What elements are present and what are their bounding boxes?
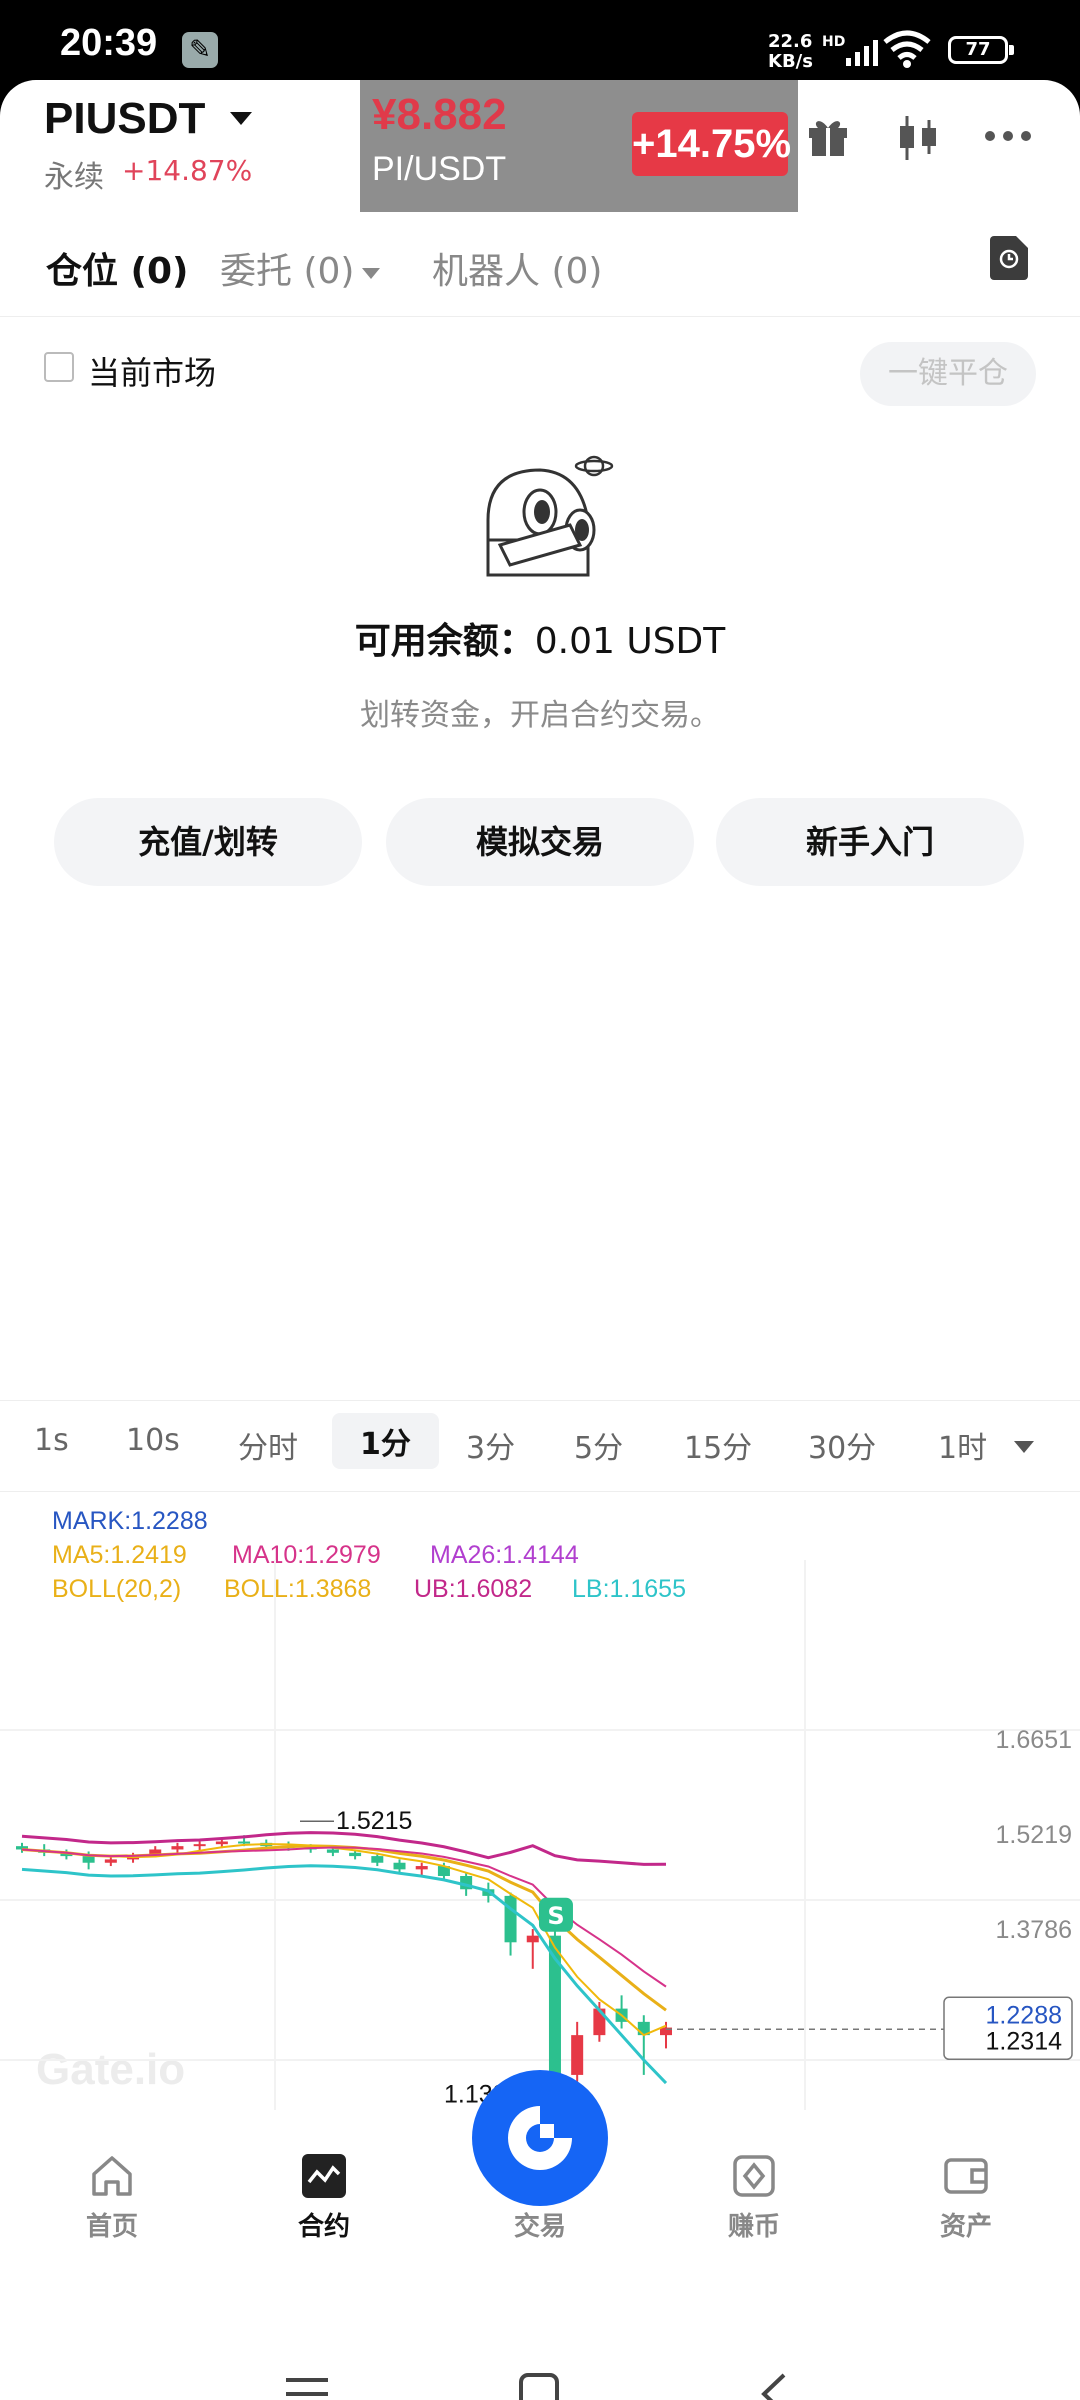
hd-badge: HD	[822, 34, 846, 50]
timeframe-line[interactable]: 分时	[238, 1423, 298, 1467]
transfer-hint: 划转资金，开启合约交易。	[360, 698, 720, 733]
candle-body	[526, 1935, 539, 1943]
candle-body	[215, 1841, 228, 1845]
candle-body	[571, 2035, 584, 2075]
tab-bots[interactable]: 机器人 (0)	[432, 242, 602, 294]
watermark: Gate.io	[36, 2045, 185, 2094]
y-tick-label: 1.3786	[996, 1916, 1072, 1944]
status-bar: 20:39 ✎ 22.6 KB/s HD 77	[0, 0, 1080, 80]
candlestick-icon[interactable]	[896, 114, 940, 162]
timeframe-10s[interactable]: 10s	[126, 1423, 180, 1458]
last-price-label: 1.2314	[986, 2027, 1063, 2055]
system-nav-bar	[0, 2320, 1080, 2400]
candle-body	[349, 1852, 362, 1857]
contract-type: 永续	[44, 160, 104, 195]
candle-body	[326, 1849, 339, 1853]
beginner-guide-button[interactable]: 新手入门	[716, 798, 1024, 886]
mark-price-label: 1.2288	[986, 2001, 1062, 2029]
tab-positions[interactable]: 仓位 (0)	[46, 242, 189, 294]
wallet-icon	[944, 2158, 988, 2194]
chevron-down-icon[interactable]	[230, 112, 252, 125]
high-label: 1.5215	[336, 1807, 412, 1835]
demo-trading-button[interactable]: 模拟交易	[386, 798, 694, 886]
timeframe-3m[interactable]: 3分	[466, 1423, 515, 1467]
sell-signal-label: S	[547, 1902, 564, 1930]
more-icon[interactable]	[984, 130, 1032, 142]
battery-icon: 77	[948, 36, 1014, 64]
current-market-label: 当前市场	[88, 354, 217, 392]
overlay-pair: PI/USDT	[372, 150, 507, 188]
back-icon[interactable]	[758, 2372, 788, 2400]
candle-body	[171, 1846, 184, 1850]
timeframe-15m[interactable]: 15分	[684, 1423, 752, 1467]
mark-value: MARK:1.2288	[52, 1507, 208, 1535]
deposit-transfer-button[interactable]: 充值/划转	[54, 798, 362, 886]
current-market-checkbox[interactable]	[44, 352, 74, 382]
position-tabs: 仓位 (0) 委托 (0) 机器人 (0)	[0, 220, 1080, 317]
earn-icon	[733, 2155, 775, 2197]
status-time: 20:39	[60, 22, 158, 64]
chevron-down-icon	[362, 267, 381, 279]
candle-body	[193, 1844, 206, 1847]
network-speed: 22.6 KB/s	[768, 31, 813, 72]
menu-icon[interactable]	[286, 2376, 328, 2400]
home-icon	[92, 2156, 132, 2196]
chevron-down-icon[interactable]	[1014, 1441, 1034, 1453]
app-screen: PIUSDT 永续 +14.87% ¥8.882 PI/USDT +14.75%…	[0, 80, 1080, 2400]
overlay-change-badge: +14.75%	[632, 112, 791, 176]
history-doc-icon[interactable]	[990, 236, 1028, 280]
overlay-price: ¥8.882	[372, 90, 507, 139]
candle-body	[82, 1856, 95, 1863]
price-change: +14.87%	[122, 154, 253, 187]
timeframe-1h[interactable]: 1时	[938, 1423, 987, 1467]
y-tick-label: 1.5219	[996, 1821, 1072, 1849]
one-click-close-button[interactable]: 一键平仓	[860, 342, 1036, 406]
gift-icon[interactable]	[806, 114, 850, 158]
tab-orders[interactable]: 委托 (0)	[220, 242, 381, 294]
floating-price-overlay[interactable]: ¥8.882 PI/USDT +14.75%	[360, 80, 798, 212]
candle-body	[104, 1859, 117, 1863]
futures-icon	[302, 2154, 346, 2198]
y-tick-label: 1.6651	[996, 1726, 1072, 1754]
candle-body	[504, 1895, 517, 1943]
wrench-icon: ✎	[182, 32, 218, 68]
home-square-icon[interactable]	[518, 2372, 560, 2400]
astronaut-illustration-icon	[486, 455, 614, 577]
candle-body	[238, 1841, 251, 1844]
signal-icon	[846, 40, 878, 66]
timeframe-5m[interactable]: 5分	[574, 1423, 623, 1467]
candle-body	[393, 1862, 406, 1870]
timeframe-bar: 1s 10s 分时 1分 3分 5分 15分 30分 1时	[0, 1400, 1080, 1492]
timeframe-30m[interactable]: 30分	[808, 1423, 876, 1467]
timeframe-1m[interactable]: 1分	[332, 1413, 439, 1469]
available-balance: 可用余额：0.01 USDT	[354, 621, 726, 662]
ma5-line	[21, 1843, 667, 2037]
wifi-icon	[883, 30, 931, 68]
timeframe-1s[interactable]: 1s	[34, 1423, 69, 1458]
candle-body	[415, 1866, 428, 1870]
candle-body	[593, 2008, 606, 2036]
pair-title[interactable]: PIUSDT	[44, 94, 205, 144]
candle-body	[371, 1856, 384, 1863]
gate-logo-icon[interactable]	[472, 2070, 608, 2206]
